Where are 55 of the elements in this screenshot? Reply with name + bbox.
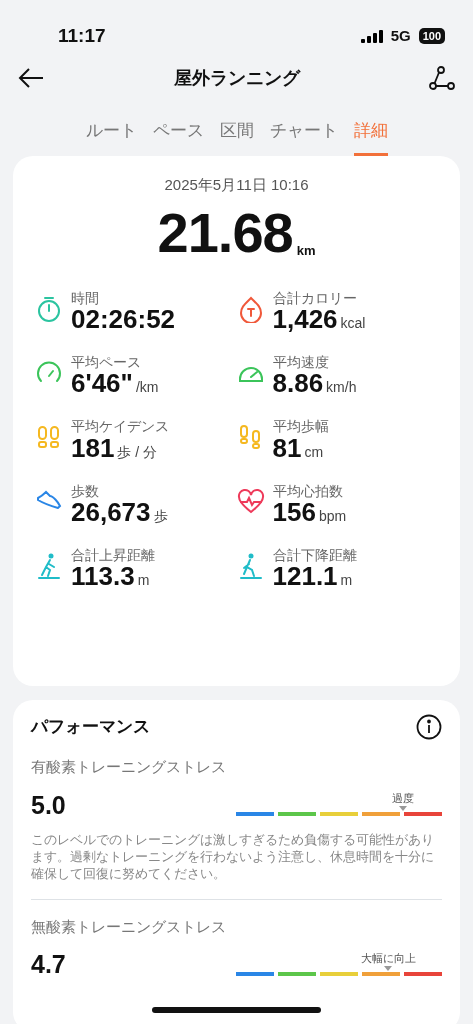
metric-label: 有酸素トレーニングストレス bbox=[31, 757, 227, 777]
metric-label: 平均ケイデンス bbox=[71, 419, 169, 435]
tab[interactable]: チャート bbox=[269, 108, 338, 156]
metric-value: 113.3 bbox=[71, 563, 135, 591]
metric-label: 合計カロリー bbox=[272, 290, 358, 306]
marker-label: 大幅に向上 bbox=[360, 950, 416, 966]
signal-icon bbox=[360, 29, 383, 43]
metric-value: 121.1 bbox=[272, 563, 338, 591]
metric-unit: 歩 / 分 bbox=[117, 442, 158, 462]
stopwatch-icon bbox=[35, 294, 63, 323]
metric-value: 26,673 bbox=[71, 499, 151, 527]
metric-value: 81 bbox=[272, 434, 302, 462]
route-icon[interactable] bbox=[429, 66, 455, 90]
metric-label: 時間 bbox=[71, 290, 100, 306]
metric-value: 02:26:52 bbox=[71, 305, 176, 334]
metric-label: 合計下降距離 bbox=[272, 548, 357, 564]
metric-unit: km/h bbox=[326, 378, 357, 398]
page-title: 屋外ランニング bbox=[173, 66, 300, 90]
metric-value: 4.7 bbox=[31, 949, 66, 981]
metric-unit: cm bbox=[304, 442, 324, 462]
metric-value: 5.0 bbox=[31, 789, 66, 821]
metric-label: 無酸素トレーニングストレス bbox=[31, 916, 227, 937]
metric-label: 平均速度 bbox=[272, 354, 330, 371]
metric-value: 6'46" bbox=[71, 370, 133, 398]
heart-rate-icon bbox=[236, 487, 265, 516]
metric-label: 合計上昇距離 bbox=[71, 548, 155, 564]
metric-unit: m bbox=[340, 571, 353, 591]
metric-label: 歩数 bbox=[71, 483, 100, 500]
metric-value: 156 bbox=[272, 499, 316, 527]
metric-label: 平均歩幅 bbox=[272, 419, 329, 435]
tab[interactable]: ルート bbox=[85, 108, 137, 156]
distance-value: 21.68 bbox=[157, 204, 293, 261]
metric-value: 1,426 bbox=[272, 305, 338, 334]
tab[interactable]: 区間 bbox=[219, 108, 254, 156]
hiker-icon bbox=[35, 552, 63, 581]
network-label: 5G bbox=[390, 25, 411, 46]
back-icon[interactable] bbox=[18, 67, 44, 89]
metric-unit: /km bbox=[135, 378, 159, 398]
section-title: パフォーマンス bbox=[31, 716, 150, 739]
marker-label: 過度 bbox=[391, 791, 414, 806]
info-icon[interactable] bbox=[416, 714, 442, 740]
distance-unit: km bbox=[296, 242, 316, 260]
description-text: このレベルでのトレーニングは激しすぎるため負傷する可能性があります。過剰なトレーニングを行わないよう注意し、休息時間を十分に確保して回復に努めてください。 bbox=[31, 832, 435, 883]
metric-value: 181 bbox=[71, 434, 115, 462]
metric-unit: m bbox=[137, 571, 150, 591]
status-time: 11:17 bbox=[58, 23, 106, 48]
metric-unit: bpm bbox=[318, 507, 347, 527]
tab[interactable]: ペース bbox=[152, 108, 204, 156]
metric-label: 平均ペース bbox=[71, 354, 142, 371]
workout-datetime: 2025年5月11日 10:16 bbox=[163, 175, 310, 195]
metric-unit: 歩 bbox=[153, 507, 168, 527]
metric-value: 8.86 bbox=[272, 370, 324, 398]
battery-level: 100 bbox=[418, 28, 445, 44]
metric-label: 平均心拍数 bbox=[272, 483, 344, 500]
metric-unit: kcal bbox=[340, 313, 366, 333]
